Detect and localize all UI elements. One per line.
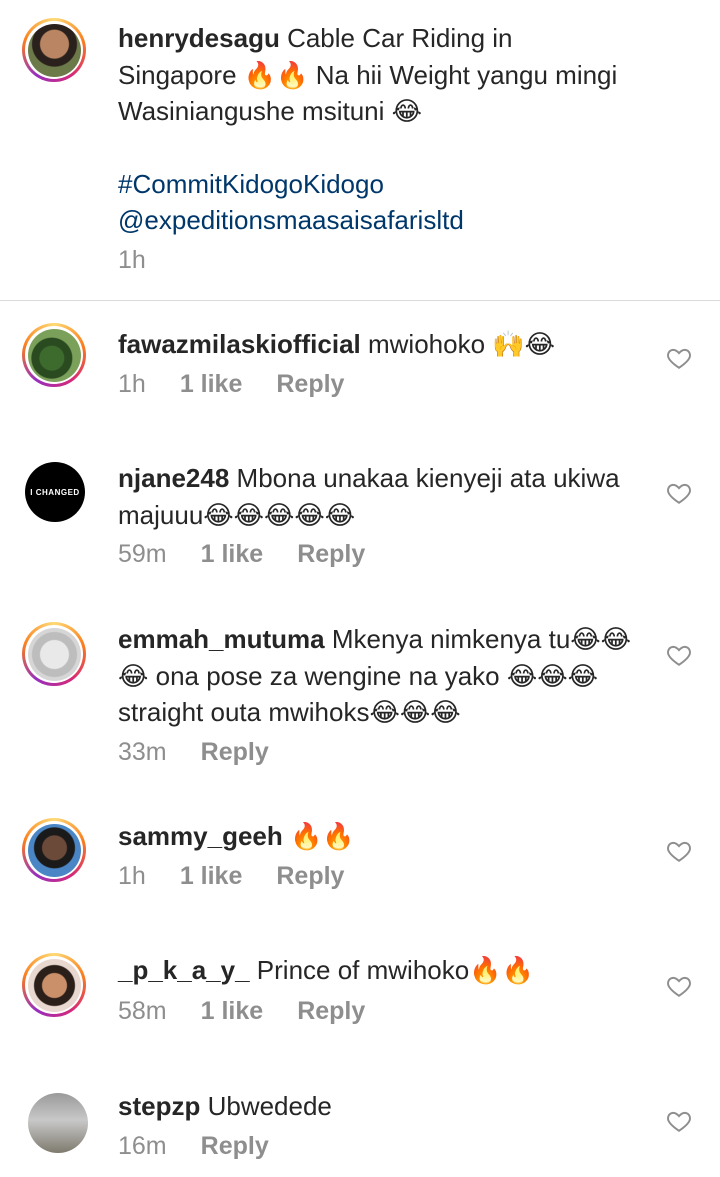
comment-avatar[interactable]: I CHANGED — [25, 462, 85, 522]
reply-button[interactable]: Reply — [297, 997, 365, 1026]
comment-text-block: stepzp Ubwedede — [118, 1088, 638, 1125]
comment-username[interactable]: emmah_mutuma — [118, 624, 325, 654]
avatar-image — [27, 328, 81, 382]
comment-text-block: emmah_mutuma Mkenya nimkenya tu😂😂😂 ona p… — [118, 621, 638, 731]
comment-likes[interactable]: 1 like — [201, 997, 264, 1026]
reply-button[interactable]: Reply — [297, 540, 365, 569]
comment-text: 🔥🔥 — [290, 821, 355, 851]
comment-likes[interactable]: 1 like — [201, 540, 264, 569]
avatar-image — [27, 958, 81, 1012]
comment-time: 59m — [118, 540, 167, 568]
comment-text-block: njane248 Mbona unakaa kienyeji ata ukiwa… — [118, 460, 638, 533]
comment-meta: 33m Reply — [118, 738, 269, 767]
comment-text: Prince of mwihoko🔥🔥 — [256, 955, 534, 985]
caption-avatar[interactable] — [22, 18, 86, 82]
comment-text: Ubwedede — [207, 1091, 332, 1121]
comment-text-block: sammy_geeh 🔥🔥 — [118, 818, 638, 855]
heart-outline-icon[interactable] — [666, 345, 692, 371]
comment-time: 58m — [118, 997, 167, 1025]
avatar-image — [27, 627, 81, 681]
comment-time: 1h — [118, 370, 146, 398]
comment-avatar[interactable] — [22, 818, 86, 882]
caption-mention[interactable]: @expeditionsmaasaisafarisltd — [118, 202, 638, 239]
reply-button[interactable]: Reply — [201, 1132, 269, 1161]
comment-username[interactable]: _p_k_a_y_ — [118, 955, 250, 985]
comment-time: 1h — [118, 862, 146, 890]
comment-time: 16m — [118, 1132, 167, 1160]
avatar-image — [28, 1093, 88, 1153]
comment-avatar[interactable] — [22, 323, 86, 387]
caption-username[interactable]: henrydesagu — [118, 23, 280, 53]
post-caption: henrydesagu Cable Car Riding in Singapor… — [0, 0, 720, 300]
reply-button[interactable]: Reply — [201, 738, 269, 767]
comment-avatar[interactable] — [22, 622, 86, 686]
heart-outline-icon[interactable] — [666, 480, 692, 506]
comment-text: mwiohoko 🙌😂 — [368, 329, 556, 359]
comment-meta: 1h 1 like Reply — [118, 370, 344, 399]
avatar-label: I CHANGED — [30, 487, 80, 497]
reply-button[interactable]: Reply — [276, 370, 344, 399]
divider — [0, 300, 720, 301]
comment-meta: 16m Reply — [118, 1132, 269, 1161]
comment-meta: 58m 1 like Reply — [118, 997, 365, 1026]
heart-outline-icon[interactable] — [666, 838, 692, 864]
comment-username[interactable]: stepzp — [118, 1091, 200, 1121]
comment-username[interactable]: sammy_geeh — [118, 821, 283, 851]
comment-avatar[interactable] — [28, 1093, 88, 1153]
caption-text-block: henrydesagu Cable Car Riding in Singapor… — [118, 20, 638, 239]
comment-username[interactable]: njane248 — [118, 463, 229, 493]
comment-text-block: fawazmilaskiofficial mwiohoko 🙌😂 — [118, 326, 638, 363]
comment-meta: 59m 1 like Reply — [118, 540, 365, 569]
comment-meta: 1h 1 like Reply — [118, 862, 344, 891]
comment-text-block: _p_k_a_y_ Prince of mwihoko🔥🔥 — [118, 952, 638, 989]
heart-outline-icon[interactable] — [666, 1108, 692, 1134]
caption-meta: 1h — [118, 246, 146, 275]
comment-username[interactable]: fawazmilaskiofficial — [118, 329, 361, 359]
comment-time: 33m — [118, 738, 167, 766]
caption-hashtag[interactable]: #CommitKidogoKidogo — [118, 166, 638, 203]
avatar-image — [27, 23, 81, 77]
heart-outline-icon[interactable] — [666, 642, 692, 668]
heart-outline-icon[interactable] — [666, 973, 692, 999]
comment-likes[interactable]: 1 like — [180, 370, 243, 399]
comment-likes[interactable]: 1 like — [180, 862, 243, 891]
avatar-image — [27, 823, 81, 877]
caption-time: 1h — [118, 246, 146, 274]
comment-avatar[interactable] — [22, 953, 86, 1017]
reply-button[interactable]: Reply — [276, 862, 344, 891]
